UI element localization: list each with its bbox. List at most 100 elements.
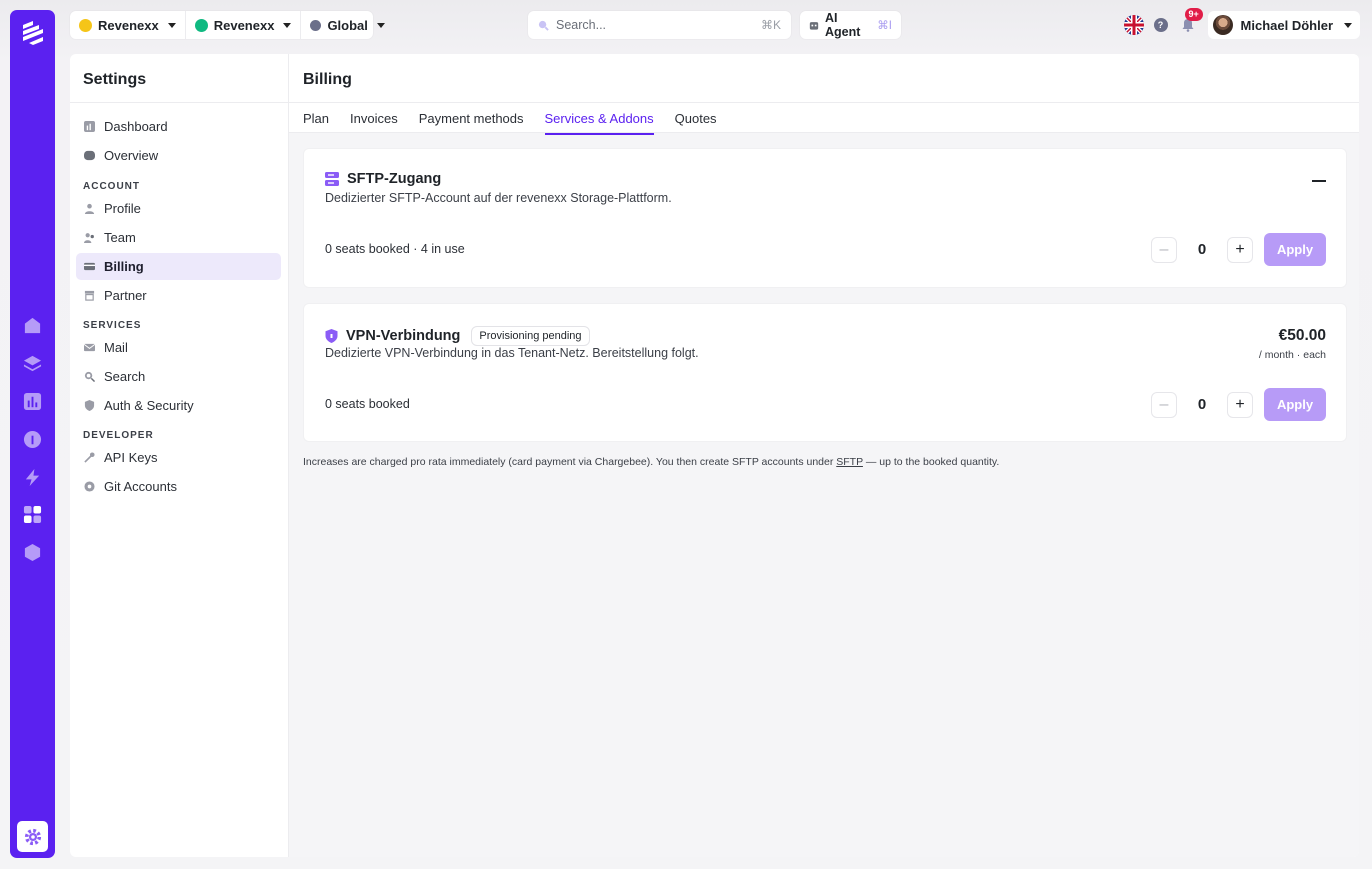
analytics-icon[interactable]: [23, 392, 42, 411]
sidebar-item-team[interactable]: Team: [76, 224, 281, 251]
project-selector[interactable]: Revenexx: [184, 11, 301, 39]
seats-status: 0 seats booked · 4 in use: [325, 242, 465, 256]
sidebar-item-search[interactable]: Search: [76, 363, 281, 390]
bolt-icon[interactable]: [23, 468, 42, 487]
ai-agent-label: AI Agent: [825, 11, 861, 39]
settings-panel: Settings Dashboard Overview ACCOUNT Prof…: [70, 54, 1359, 857]
quantity-value: 0: [1197, 241, 1207, 258]
billing-content: Billing Plan Invoices Payment methods Se…: [289, 54, 1359, 857]
git-icon: [84, 481, 95, 492]
sidebar-item-partner[interactable]: Partner: [76, 282, 281, 309]
service-title-row: VPN-Verbindung Provisioning pending: [325, 326, 590, 346]
seats-status: 0 seats booked: [325, 397, 410, 411]
user-icon: [84, 203, 95, 214]
store-icon: [84, 290, 95, 301]
sidebar-item-label: Overview: [104, 148, 159, 163]
apply-button[interactable]: Apply: [1264, 388, 1326, 421]
settings-title: Settings: [83, 71, 147, 88]
sidebar-item-label: Dashboard: [104, 119, 168, 134]
sidebar-item-label: Git Accounts: [104, 479, 177, 494]
sidebar-item-overview[interactable]: Overview: [76, 142, 281, 169]
server-icon: [325, 172, 339, 186]
service-card-vpn: VPN-Verbindung Provisioning pending Dedi…: [303, 303, 1347, 442]
sidebar-item-label: Profile: [104, 201, 141, 216]
layers-icon[interactable]: [23, 354, 42, 373]
location-icon[interactable]: [23, 430, 42, 449]
tab-plan[interactable]: Plan: [303, 111, 329, 135]
service-card-sftp: SFTP-Zugang Dedizierter SFTP-Account auf…: [303, 148, 1347, 288]
section-label-developer: DEVELOPER: [83, 430, 154, 441]
sidebar-item-label: Search: [104, 369, 146, 384]
user-menu[interactable]: Michael Döhler: [1207, 11, 1360, 39]
tab-invoices[interactable]: Invoices: [350, 111, 398, 135]
page-header: Billing Plan Invoices Payment methods Se…: [289, 54, 1359, 135]
sidebar-item-profile[interactable]: Profile: [76, 195, 281, 222]
cube-icon[interactable]: [23, 543, 42, 562]
search-placeholder: Search...: [556, 18, 607, 32]
sidebar-item-label: Partner: [104, 288, 147, 303]
tab-services-addons[interactable]: Services & Addons: [544, 111, 654, 135]
globe-icon: [310, 19, 322, 31]
org-selector[interactable]: Revenexx: [70, 11, 185, 39]
settings-button[interactable]: [17, 821, 48, 852]
sidebar-item-billing[interactable]: Billing: [76, 253, 281, 280]
sidebar-item-label: Auth & Security: [104, 398, 194, 413]
service-title-row: SFTP-Zugang: [325, 171, 441, 187]
apps-icon[interactable]: [23, 505, 42, 524]
team-icon: [84, 233, 94, 243]
tab-payment-methods[interactable]: Payment methods: [419, 111, 524, 135]
overview-icon: [84, 150, 95, 161]
avatar: [1212, 15, 1233, 35]
footnote-text-after: — up to the booked quantity.: [862, 456, 1000, 468]
decrement-button[interactable]: –: [1151, 391, 1177, 418]
search-input[interactable]: Search... ⌘K: [528, 11, 791, 39]
search-shortcut: ⌘K: [760, 18, 781, 32]
collapse-icon[interactable]: [1312, 180, 1326, 182]
chevron-down-icon: [167, 22, 176, 28]
help-icon[interactable]: ?: [1153, 18, 1168, 32]
region-label: Global: [327, 17, 368, 33]
divider: [70, 102, 288, 103]
sidebar-item-mail[interactable]: Mail: [76, 334, 281, 361]
home-icon[interactable]: [23, 316, 42, 335]
region-selector[interactable]: Global: [300, 11, 393, 39]
increment-button[interactable]: +: [1227, 236, 1253, 263]
sidebar-item-git-accounts[interactable]: Git Accounts: [76, 473, 281, 500]
uk-flag-icon[interactable]: [1123, 15, 1144, 35]
service-title: VPN-Verbindung: [346, 328, 461, 344]
chevron-down-icon: [283, 22, 292, 28]
notifications-badge: 9+: [1184, 8, 1203, 21]
footnote-text-before: Increases are charged pro rata immediate…: [303, 456, 837, 468]
search-icon: [538, 20, 549, 31]
org-logo-icon: [79, 18, 92, 32]
sidebar-item-label: Team: [104, 230, 136, 245]
sidebar-item-label: Mail: [104, 340, 128, 355]
tab-quotes[interactable]: Quotes: [675, 111, 717, 135]
section-label-account: ACCOUNT: [83, 181, 140, 192]
increment-button[interactable]: +: [1227, 391, 1253, 418]
apply-button[interactable]: Apply: [1264, 233, 1326, 266]
card-icon: [84, 262, 95, 271]
help-label: ?: [1157, 20, 1164, 30]
quantity-stepper: – 0 + Apply: [1151, 388, 1326, 421]
chart-icon: [84, 121, 95, 132]
robot-icon: [809, 21, 819, 30]
ai-agent-button[interactable]: AI Agent ⌘I: [800, 11, 901, 39]
app-logo-icon[interactable]: [19, 19, 47, 47]
chevron-down-icon: [1344, 22, 1352, 28]
project-label: Revenexx: [213, 17, 275, 33]
org-label: Revenexx: [98, 17, 159, 33]
section-label-services: SERVICES: [83, 320, 142, 331]
user-name: Michael Döhler: [1240, 17, 1333, 33]
sidebar-item-auth-security[interactable]: Auth & Security: [76, 392, 281, 419]
shield-icon: [325, 329, 338, 343]
sidebar-item-api-keys[interactable]: API Keys: [76, 444, 281, 471]
sftp-link[interactable]: SFTP: [836, 456, 863, 468]
decrement-button[interactable]: –: [1151, 236, 1177, 263]
billing-tabs: Plan Invoices Payment methods Services &…: [303, 111, 717, 135]
sidebar-item-label: API Keys: [104, 450, 158, 465]
gear-icon: [24, 828, 41, 845]
sidebar-item-dashboard[interactable]: Dashboard: [76, 113, 281, 140]
billing-footnote: Increases are charged pro rata immediate…: [303, 456, 999, 468]
notifications-button[interactable]: 9+: [1178, 8, 1203, 35]
